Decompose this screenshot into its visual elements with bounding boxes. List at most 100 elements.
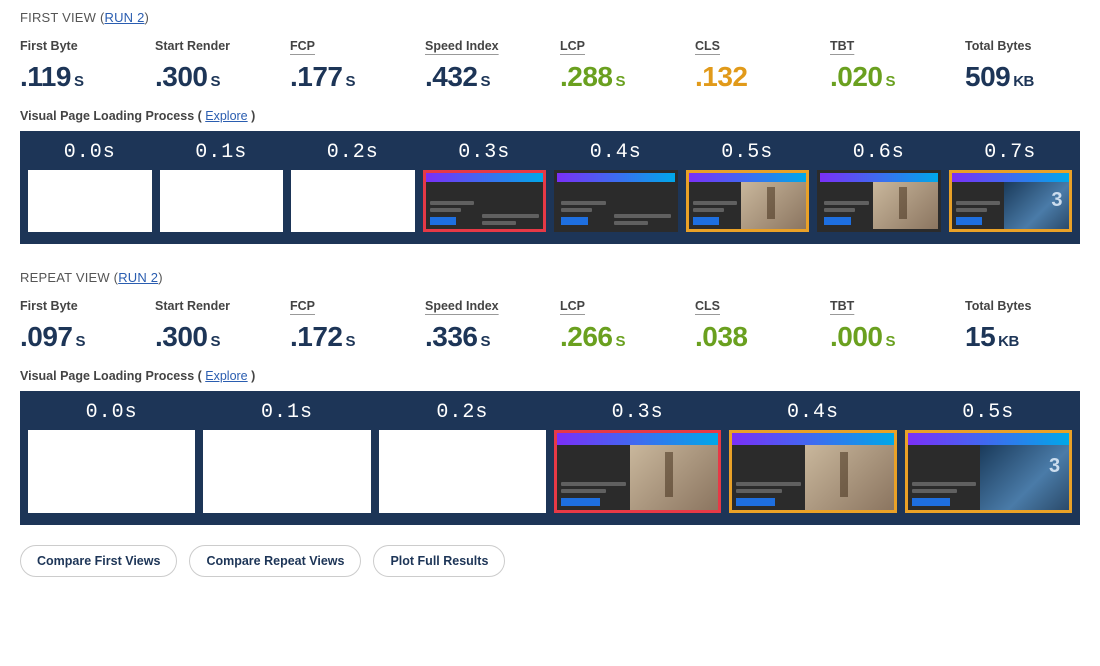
compare-buttons-row: Compare First Views Compare Repeat Views…	[20, 545, 1080, 577]
frame-thumbnail[interactable]	[160, 170, 284, 232]
compare-repeat-views-button[interactable]: Compare Repeat Views	[189, 545, 361, 577]
repeat-view-metric-tbt: TBT .000S	[830, 299, 945, 353]
metric-label[interactable]: LCP	[560, 39, 675, 55]
first-view-metric-tbt: TBT .020S	[830, 39, 945, 93]
repeat-view-explore-link[interactable]: Explore	[205, 369, 247, 383]
first-view-run-link[interactable]: RUN 2	[105, 10, 145, 25]
first-view-heading: FIRST VIEW (RUN 2)	[20, 10, 1080, 25]
metric-label[interactable]: LCP	[560, 299, 675, 315]
frame-thumbnail[interactable]	[291, 170, 415, 232]
repeat-view-heading: REPEAT VIEW (RUN 2)	[20, 270, 1080, 285]
metric-label: First Byte	[20, 39, 135, 55]
frame-time-label: 0.3s	[458, 141, 510, 164]
first-view-filmstrip: 0.0s 0.1s 0.2s 0.3s 0.4s 0.5s 0.6s 0.7s	[20, 131, 1080, 244]
frame-time-label: 0.5s	[962, 401, 1014, 424]
frame-thumbnail[interactable]	[28, 170, 152, 232]
metric-value: .038	[695, 321, 810, 353]
metric-value: .119S	[20, 61, 135, 93]
repeat-view-filmstrip: 0.0s 0.1s 0.2s 0.3s 0.4s 0.5s	[20, 391, 1080, 526]
metric-label: Start Render	[155, 299, 270, 315]
frame-thumbnail[interactable]	[423, 170, 547, 232]
metric-label: Start Render	[155, 39, 270, 55]
metric-value: 15KB	[965, 321, 1080, 353]
metric-value: .097S	[20, 321, 135, 353]
first-view-frame[interactable]: 0.5s	[686, 141, 810, 232]
frame-time-label: 0.7s	[984, 141, 1036, 164]
repeat-view-frame[interactable]: 0.0s	[28, 401, 195, 514]
metric-label[interactable]: TBT	[830, 39, 945, 55]
repeat-view-metric-speed-index: Speed Index .336S	[425, 299, 540, 353]
metric-value: 509KB	[965, 61, 1080, 93]
metric-label: Total Bytes	[965, 299, 1080, 315]
first-view-metric-lcp: LCP.288S	[560, 39, 675, 93]
first-view-metrics: First Byte .119S Start Render .300S FCP .177S…	[20, 39, 1080, 93]
frame-thumbnail[interactable]	[817, 170, 941, 232]
first-view-metric-total-bytes: Total Bytes 509KB	[965, 39, 1080, 93]
frame-thumbnail[interactable]	[554, 170, 678, 232]
repeat-view-metric-first-byte: First Byte .097S	[20, 299, 135, 353]
frame-time-label: 0.2s	[436, 401, 488, 424]
frame-time-label: 0.1s	[261, 401, 313, 424]
frame-thumbnail[interactable]	[729, 430, 896, 514]
repeat-view-metric-cls: CLS .038	[695, 299, 810, 353]
frame-thumbnail[interactable]	[203, 430, 370, 514]
metric-label[interactable]: FCP	[290, 299, 405, 315]
metric-label: First Byte	[20, 299, 135, 315]
metric-label[interactable]: FCP	[290, 39, 405, 55]
first-view-frame[interactable]: 0.3s	[423, 141, 547, 232]
frame-thumbnail[interactable]	[905, 430, 1072, 514]
metric-label[interactable]: TBT	[830, 299, 945, 315]
metric-label[interactable]: CLS	[695, 39, 810, 55]
frame-thumbnail[interactable]	[379, 430, 546, 514]
repeat-view-frame[interactable]: 0.3s	[554, 401, 721, 514]
metric-value: .300S	[155, 321, 270, 353]
metric-label[interactable]: Speed Index	[425, 39, 540, 55]
first-view-frame[interactable]: 0.4s	[554, 141, 678, 232]
frame-time-label: 0.1s	[195, 141, 247, 164]
metric-label[interactable]: Speed Index	[425, 299, 540, 315]
first-view-frame[interactable]: 0.1s	[160, 141, 284, 232]
metric-value: .300S	[155, 61, 270, 93]
repeat-view-frame[interactable]: 0.2s	[379, 401, 546, 514]
metric-value: .020S	[830, 61, 945, 93]
frame-time-label: 0.5s	[721, 141, 773, 164]
metric-value: .336S	[425, 321, 540, 353]
frame-time-label: 0.4s	[590, 141, 642, 164]
frame-time-label: 0.3s	[612, 401, 664, 424]
repeat-view-metric-start-render: Start Render .300S	[155, 299, 270, 353]
first-view-frame[interactable]: 0.2s	[291, 141, 415, 232]
first-view-frame[interactable]: 0.0s	[28, 141, 152, 232]
metric-value: .266S	[560, 321, 675, 353]
frame-thumbnail[interactable]	[949, 170, 1073, 232]
first-view-metric-first-byte: First Byte .119S	[20, 39, 135, 93]
metric-label: Total Bytes	[965, 39, 1080, 55]
metric-value: .000S	[830, 321, 945, 353]
first-view-metric-cls: CLS .132	[695, 39, 810, 93]
compare-first-views-button[interactable]: Compare First Views	[20, 545, 177, 577]
repeat-view-frame[interactable]: 0.1s	[203, 401, 370, 514]
repeat-view-metric-fcp: FCP .172S	[290, 299, 405, 353]
first-view-frame[interactable]: 0.6s	[817, 141, 941, 232]
first-view-frame[interactable]: 0.7s	[949, 141, 1073, 232]
repeat-view-run-link[interactable]: RUN 2	[118, 270, 158, 285]
repeat-view-metric-lcp: LCP .266S	[560, 299, 675, 353]
frame-time-label: 0.4s	[787, 401, 839, 424]
repeat-view-metrics: First Byte .097S Start Render .300S FCP .172S…	[20, 299, 1080, 353]
metric-value: .177S	[290, 61, 405, 93]
repeat-view-frame[interactable]: 0.4s	[729, 401, 896, 514]
frame-thumbnail[interactable]	[28, 430, 195, 514]
metric-value: .172S	[290, 321, 405, 353]
metric-value: .132	[695, 61, 810, 93]
plot-full-results-button[interactable]: Plot Full Results	[373, 545, 505, 577]
frame-time-label: 0.2s	[327, 141, 379, 164]
first-view-metric-fcp: FCP .177S	[290, 39, 405, 93]
first-view-explore-link[interactable]: Explore	[205, 109, 247, 123]
frame-time-label: 0.0s	[86, 401, 138, 424]
frame-thumbnail[interactable]	[554, 430, 721, 514]
frame-thumbnail[interactable]	[686, 170, 810, 232]
metric-label[interactable]: CLS	[695, 299, 810, 315]
first-view-metric-start-render: Start Render .300S	[155, 39, 270, 93]
frame-time-label: 0.0s	[64, 141, 116, 164]
first-view-metric-speed-index: Speed Index.432S	[425, 39, 540, 93]
repeat-view-frame[interactable]: 0.5s	[905, 401, 1072, 514]
